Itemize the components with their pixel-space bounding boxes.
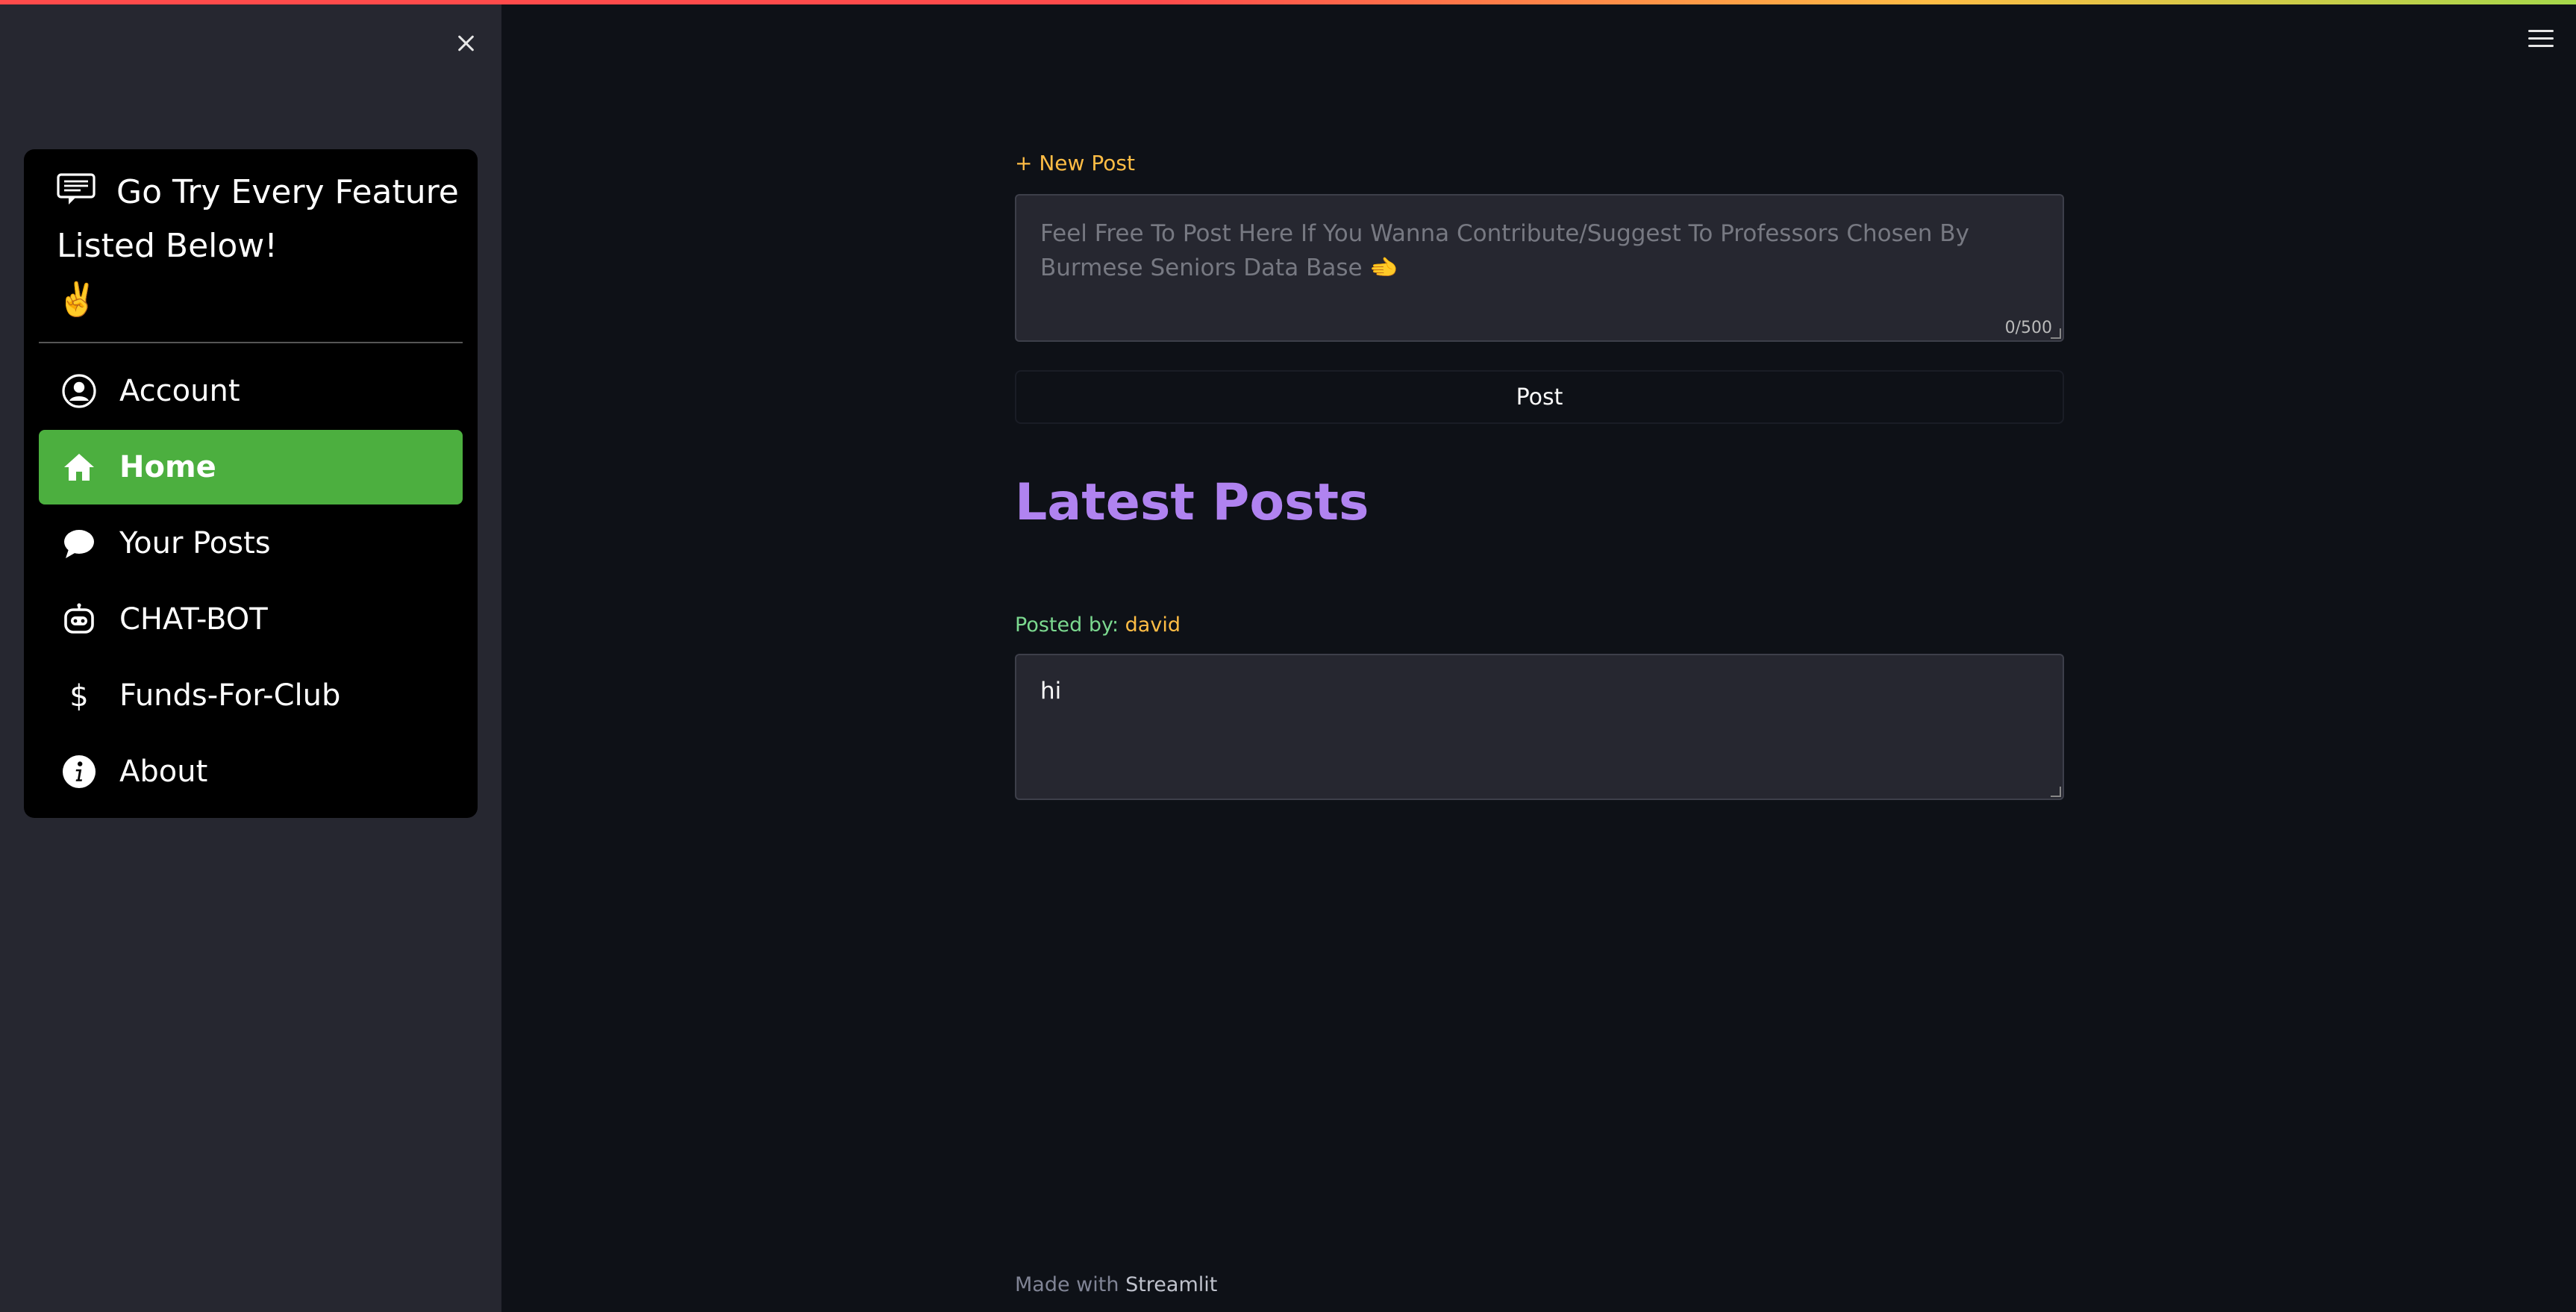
sidebar-item-about[interactable]: About: [39, 734, 463, 809]
menu-title: Go Try Every Feature Listed Below! ✌️: [57, 166, 460, 327]
resize-handle[interactable]: [2051, 328, 2061, 339]
sidebar: Go Try Every Feature Listed Below! ✌️ Ac…: [0, 4, 501, 1312]
post-content-box[interactable]: hi: [1015, 654, 2064, 800]
svg-text:$: $: [69, 679, 88, 713]
dollar-icon: $: [60, 676, 99, 715]
person-circle-icon: [60, 372, 99, 410]
footer-brand-link[interactable]: Streamlit: [1125, 1273, 1217, 1296]
post-content: hi: [1040, 678, 1062, 705]
sidebar-item-label: CHAT-BOT: [119, 602, 268, 637]
sidebar-item-home[interactable]: Home: [39, 430, 463, 505]
sidebar-item-account[interactable]: Account: [39, 354, 463, 428]
sidebar-item-label: Your Posts: [119, 526, 271, 560]
menu-divider: [39, 342, 463, 343]
footer-made-with: Made with: [1015, 1273, 1119, 1296]
sidebar-item-label: About: [119, 755, 208, 789]
sidebar-item-label: Funds-For-Club: [119, 678, 341, 713]
post-button[interactable]: Post: [1015, 370, 2064, 424]
resize-handle[interactable]: [2051, 787, 2061, 797]
post-author: david: [1125, 613, 1181, 637]
sidebar-item-your-posts[interactable]: Your Posts: [39, 506, 463, 581]
sidebar-item-funds-for-club[interactable]: $ Funds-For-Club: [39, 658, 463, 733]
post-author-line: Posted by: david: [1015, 613, 1181, 637]
sidebar-item-label: Account: [119, 374, 240, 408]
sidebar-item-label: Home: [119, 450, 216, 484]
close-sidebar-icon[interactable]: [451, 28, 481, 58]
new-post-textarea[interactable]: Feel Free To Post Here If You Wanna Cont…: [1015, 194, 2064, 342]
nav-menu: Go Try Every Feature Listed Below! ✌️ Ac…: [24, 149, 478, 818]
message-list-icon: [57, 173, 96, 204]
main-content: + New Post Feel Free To Post Here If You…: [501, 4, 2576, 1312]
new-post-label: + New Post: [1015, 151, 1135, 175]
robot-icon: [60, 600, 99, 639]
footer: Made with Streamlit: [1015, 1273, 1217, 1296]
house-icon: [60, 448, 99, 487]
posted-by-label: Posted by:: [1015, 613, 1119, 637]
victory-hand-emoji: ✌️: [57, 281, 98, 319]
latest-posts-heading: Latest Posts: [1015, 473, 1369, 532]
menu-title-text: Go Try Every Feature Listed Below!: [57, 173, 459, 265]
char-counter: 0/500: [2004, 319, 2052, 337]
info-circle-icon: [60, 752, 99, 791]
chat-bubble-icon: [60, 524, 99, 563]
textarea-placeholder: Feel Free To Post Here If You Wanna Cont…: [1040, 220, 1969, 281]
sidebar-item-chat-bot[interactable]: CHAT-BOT: [39, 582, 463, 657]
